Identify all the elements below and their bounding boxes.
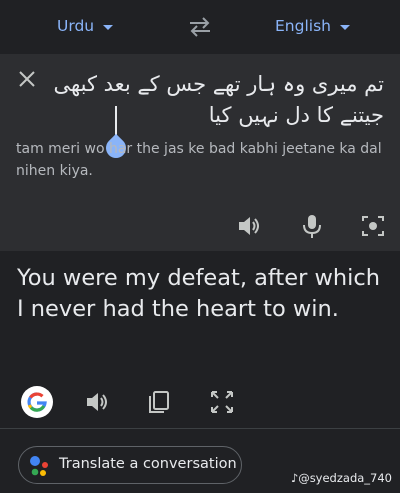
translated-text: You were my defeat, after which I never … — [17, 265, 381, 322]
source-language-label: Urdu — [57, 17, 95, 35]
swap-icon[interactable] — [186, 16, 214, 38]
mic-icon[interactable] — [299, 213, 325, 239]
source-text-input[interactable]: تم میری وہ ہار تھے جس کے بعد کبھی جیتنے … — [49, 69, 384, 131]
fullscreen-icon[interactable] — [209, 389, 235, 415]
translate-conversation-button[interactable]: Translate a conversation — [18, 446, 242, 484]
watermark-handle: @syedzada_740 — [298, 471, 392, 485]
source-language-selector[interactable]: Urdu — [57, 17, 114, 35]
language-bar: Urdu English — [0, 0, 400, 54]
camera-icon[interactable] — [360, 213, 386, 239]
google-icon — [27, 392, 47, 412]
transliteration-text: tam meri wo har the jas ke bad kabhi jee… — [16, 141, 382, 179]
speaker-icon[interactable] — [84, 389, 110, 415]
assistant-icon — [30, 456, 48, 476]
target-language-label: English — [275, 17, 331, 35]
chevron-down-icon — [339, 24, 350, 30]
google-lens-button[interactable] — [21, 386, 53, 418]
translate-conversation-label: Translate a conversation — [59, 456, 237, 472]
watermark: ♪@syedzada_740 — [291, 471, 392, 485]
divider — [0, 428, 400, 429]
source-panel: تم میری وہ ہار تھے جس کے بعد کبھی جیتنے … — [0, 54, 400, 251]
close-icon[interactable] — [16, 68, 38, 90]
chevron-down-icon — [103, 24, 114, 30]
speaker-icon[interactable] — [236, 213, 262, 239]
target-language-selector[interactable]: English — [275, 17, 350, 35]
translation-panel: You were my defeat, after which I never … — [0, 251, 400, 428]
copy-icon[interactable] — [146, 389, 172, 415]
